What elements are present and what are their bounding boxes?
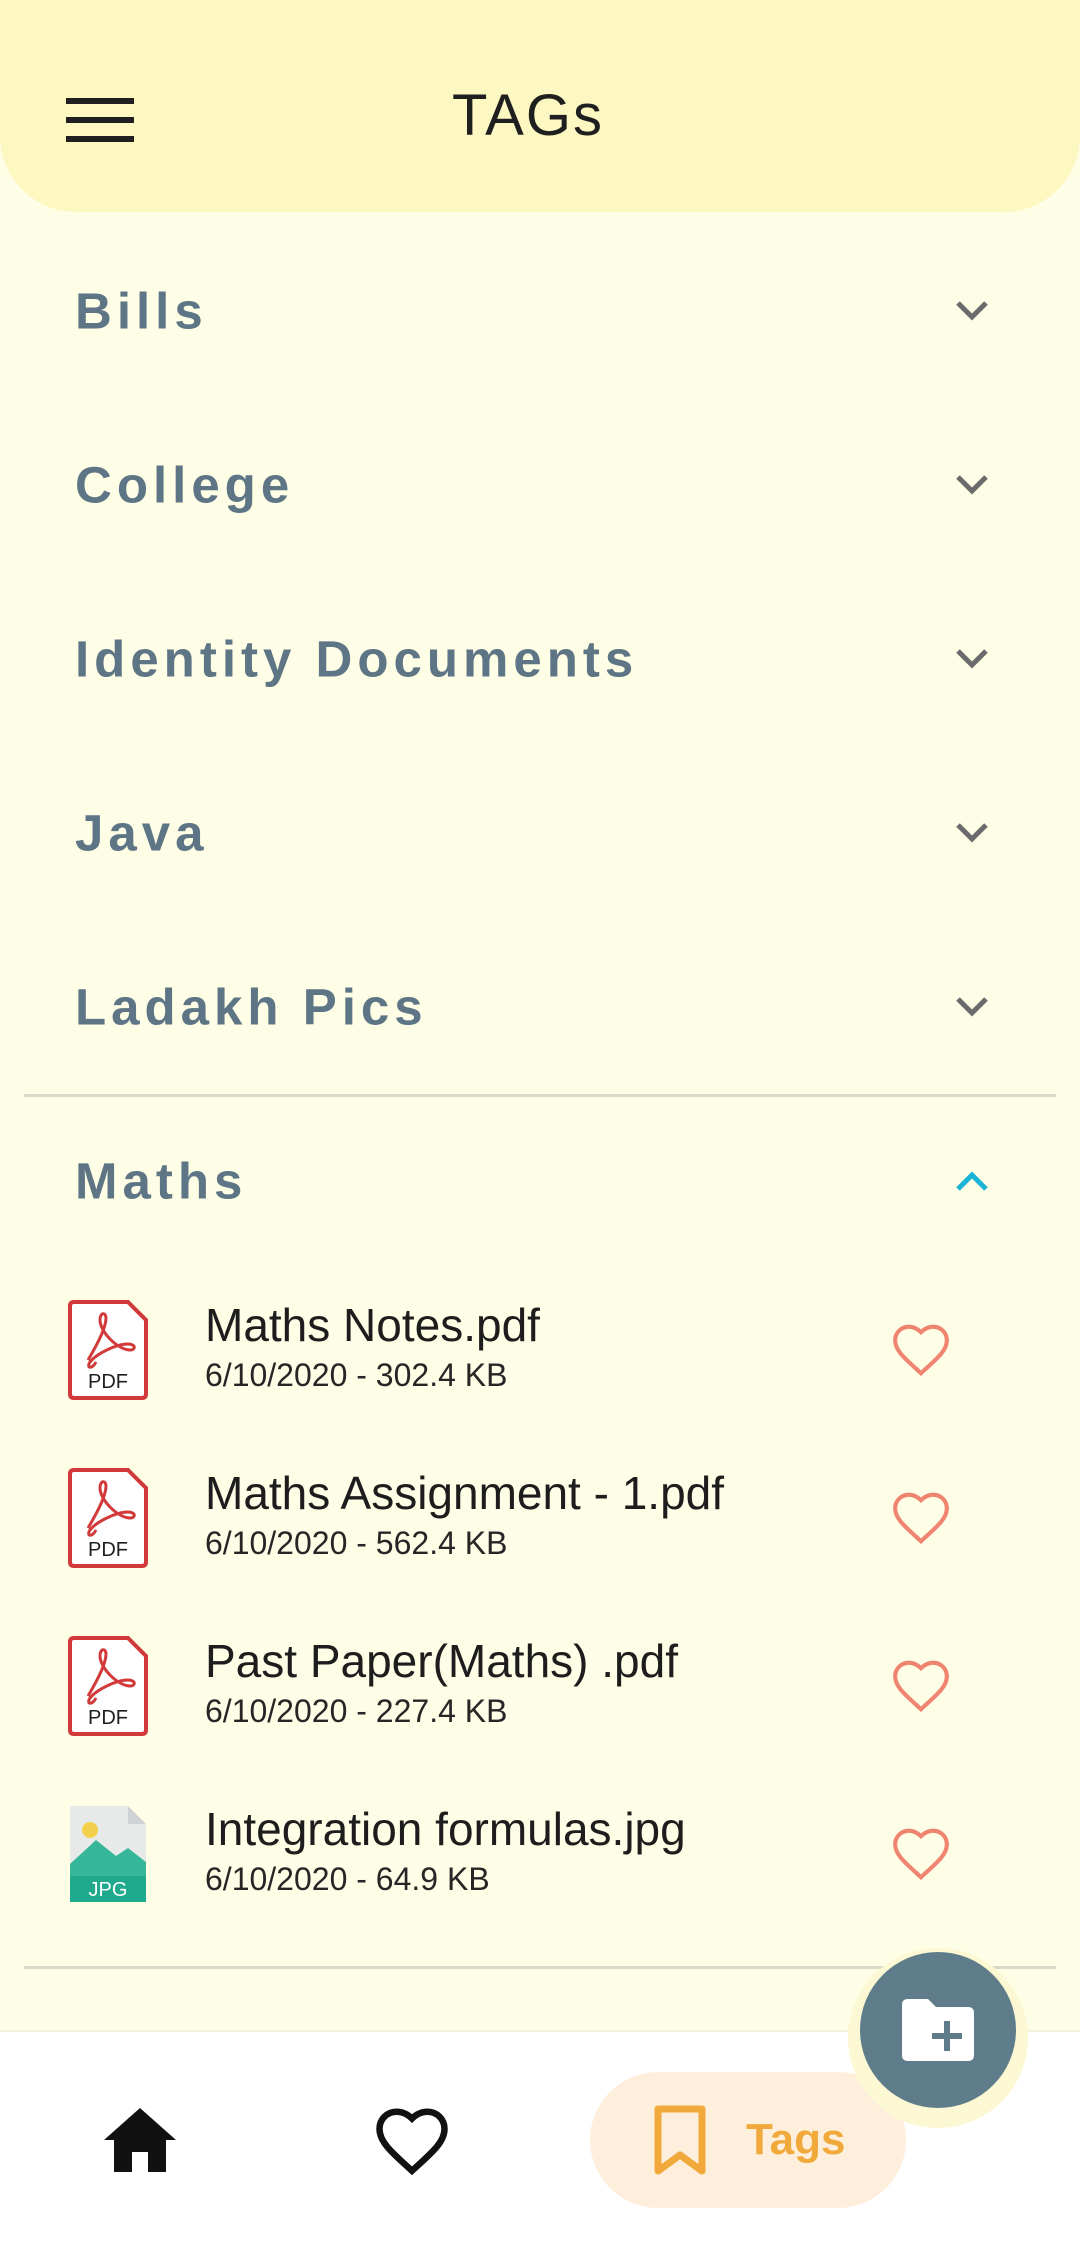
chevron-down-icon bbox=[956, 301, 988, 321]
jpg-file-icon: JPG bbox=[70, 1806, 146, 1902]
tag-row-java[interactable]: Java bbox=[0, 746, 1080, 920]
folder-add-icon bbox=[902, 1999, 974, 2061]
home-icon bbox=[104, 2108, 176, 2172]
chevron-up-icon bbox=[956, 1171, 988, 1191]
tag-row-ladakh-pics[interactable]: Ladakh Pics bbox=[0, 920, 1080, 1094]
heart-outline-icon[interactable] bbox=[890, 1487, 952, 1549]
tag-row-identity-documents[interactable]: Identity Documents bbox=[0, 572, 1080, 746]
nav-favorites-button[interactable] bbox=[352, 2072, 472, 2208]
bookmark-icon bbox=[654, 2105, 706, 2175]
chevron-down-icon bbox=[956, 649, 988, 669]
svg-text:JPG: JPG bbox=[89, 1879, 128, 1901]
app-bar: TAGs bbox=[0, 0, 1080, 212]
chevron-down-icon bbox=[956, 475, 988, 495]
svg-text:PDF: PDF bbox=[88, 1539, 128, 1561]
file-name: Past Paper(Maths) .pdf bbox=[205, 1635, 678, 1687]
file-name: Maths Notes.pdf bbox=[205, 1299, 540, 1351]
file-row[interactable]: PDF Past Paper(Maths) .pdf 6/10/2020 - 2… bbox=[0, 1602, 1080, 1770]
nav-tags-button[interactable]: Tags bbox=[590, 2072, 906, 2208]
tag-row-maths[interactable]: Maths bbox=[0, 1094, 1080, 1268]
file-meta: 6/10/2020 - 227.4 KB bbox=[205, 1693, 508, 1729]
nav-tags-label: Tags bbox=[746, 2115, 846, 2164]
pdf-file-icon: PDF bbox=[68, 1636, 148, 1736]
file-meta: 6/10/2020 - 562.4 KB bbox=[205, 1525, 508, 1561]
tag-label: Identity Documents bbox=[75, 630, 639, 688]
nav-home-button[interactable] bbox=[80, 2072, 200, 2208]
tag-label: Maths bbox=[75, 1152, 248, 1210]
file-row[interactable]: JPG Integration formulas.jpg 6/10/2020 -… bbox=[0, 1770, 1080, 1938]
tag-row-bills[interactable]: Bills bbox=[0, 224, 1080, 398]
tag-label: Bills bbox=[75, 282, 208, 340]
file-meta: 6/10/2020 - 302.4 KB bbox=[205, 1357, 508, 1393]
svg-text:PDF: PDF bbox=[88, 1707, 128, 1729]
heart-outline-icon[interactable] bbox=[890, 1823, 952, 1885]
pdf-file-icon: PDF bbox=[68, 1300, 148, 1400]
tag-label: College bbox=[75, 456, 295, 514]
heart-outline-icon[interactable] bbox=[890, 1319, 952, 1381]
tag-label: Ladakh Pics bbox=[75, 978, 428, 1036]
file-name: Maths Assignment - 1.pdf bbox=[205, 1467, 725, 1519]
chevron-down-icon bbox=[956, 997, 988, 1017]
pdf-file-icon: PDF bbox=[68, 1468, 148, 1568]
heart-icon bbox=[376, 2108, 448, 2176]
add-folder-button[interactable] bbox=[860, 1952, 1016, 2108]
page-title: TAGs bbox=[452, 83, 604, 148]
svg-text:PDF: PDF bbox=[88, 1371, 128, 1393]
file-row[interactable]: PDF Maths Notes.pdf 6/10/2020 - 302.4 KB bbox=[0, 1266, 1080, 1434]
file-meta: 6/10/2020 - 64.9 KB bbox=[205, 1861, 490, 1897]
file-name: Integration formulas.jpg bbox=[205, 1803, 686, 1855]
file-row[interactable]: PDF Maths Assignment - 1.pdf 6/10/2020 -… bbox=[0, 1434, 1080, 1602]
chevron-down-icon bbox=[956, 823, 988, 843]
heart-outline-icon[interactable] bbox=[890, 1655, 952, 1717]
tag-row-college[interactable]: College bbox=[0, 398, 1080, 572]
tag-label: Java bbox=[75, 804, 209, 862]
